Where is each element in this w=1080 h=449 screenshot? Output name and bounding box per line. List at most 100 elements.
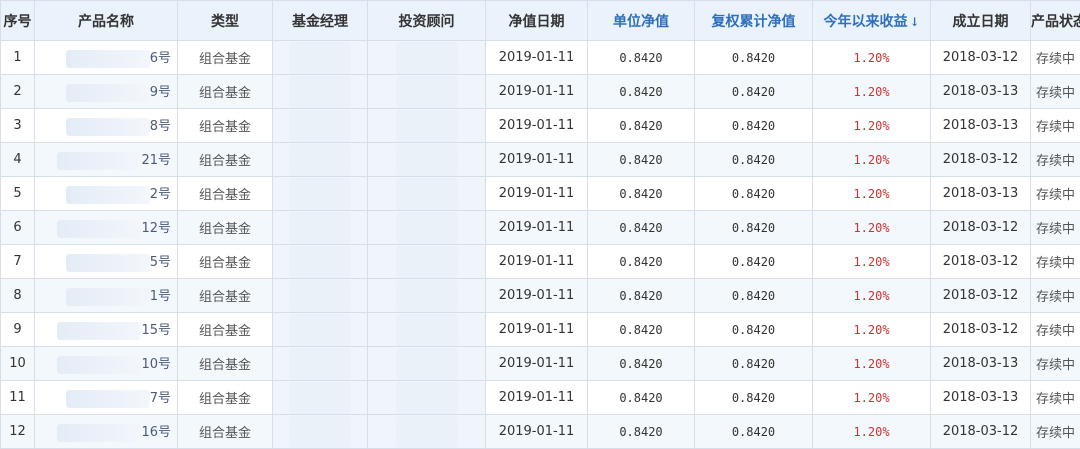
table-row[interactable]: 2 9号 组合基金 2019-01-11 0.8420 0.8420 1.20%… — [1, 75, 1080, 109]
cell-status: 存续中 — [1031, 177, 1080, 211]
table-row[interactable]: 3 8号 组合基金 2019-01-11 0.8420 0.8420 1.20%… — [1, 109, 1080, 143]
cell-product-name[interactable]: 6号 — [35, 41, 178, 75]
product-name-suffix[interactable]: 8号 — [150, 119, 171, 134]
cell-status: 存续中 — [1031, 279, 1080, 313]
cell-product-name[interactable]: 2号 — [35, 177, 178, 211]
cell-product-name[interactable]: 8号 — [35, 109, 178, 143]
cell-product-name[interactable]: 7号 — [35, 381, 178, 415]
cell-product-name[interactable]: 12号 — [35, 211, 178, 245]
cell-ytd-return: 1.20% — [813, 143, 931, 177]
col-header-manager: 基金经理 — [273, 1, 368, 41]
cell-product-name[interactable]: 16号 — [35, 415, 178, 449]
cell-advisor-redacted — [368, 75, 486, 109]
col-header-cum-nav[interactable]: 复权累计净值 — [695, 1, 813, 41]
product-name-suffix[interactable]: 1号 — [150, 289, 171, 304]
table-row[interactable]: 8 1号 组合基金 2019-01-11 0.8420 0.8420 1.20%… — [1, 279, 1080, 313]
product-name-suffix[interactable]: 16号 — [141, 425, 171, 440]
cell-status: 存续中 — [1031, 245, 1080, 279]
table-row[interactable]: 4 21号 组合基金 2019-01-11 0.8420 0.8420 1.20… — [1, 143, 1080, 177]
cell-index: 4 — [1, 143, 35, 177]
cell-advisor-redacted — [368, 41, 486, 75]
cell-advisor-redacted — [368, 415, 486, 449]
cell-product-name[interactable]: 9号 — [35, 75, 178, 109]
cell-index: 6 — [1, 211, 35, 245]
cell-inception-date: 2018-03-13 — [931, 347, 1031, 381]
cell-advisor-redacted — [368, 279, 486, 313]
cell-index: 9 — [1, 313, 35, 347]
cell-type: 组合基金 — [178, 347, 273, 381]
redacted-blur — [396, 416, 458, 448]
redacted-name-blur — [57, 322, 141, 340]
cell-product-name[interactable]: 5号 — [35, 245, 178, 279]
redacted-blur — [289, 416, 351, 448]
cell-type: 组合基金 — [178, 381, 273, 415]
col-header-ytd[interactable]: 今年以来收益↓ — [813, 1, 931, 41]
product-name-suffix[interactable]: 6号 — [150, 51, 171, 66]
col-header-unit-nav[interactable]: 单位净值 — [588, 1, 695, 41]
table-row[interactable]: 7 5号 组合基金 2019-01-11 0.8420 0.8420 1.20%… — [1, 245, 1080, 279]
cell-nav-date: 2019-01-11 — [486, 381, 588, 415]
cell-inception-date: 2018-03-12 — [931, 41, 1031, 75]
cell-cum-nav: 0.8420 — [695, 75, 813, 109]
cell-ytd-return: 1.20% — [813, 313, 931, 347]
redacted-name-blur — [57, 152, 141, 170]
cell-unit-nav: 0.8420 — [588, 381, 695, 415]
cell-index: 1 — [1, 41, 35, 75]
cell-cum-nav: 0.8420 — [695, 279, 813, 313]
product-name-suffix[interactable]: 15号 — [141, 323, 171, 338]
redacted-blur — [289, 42, 351, 74]
cell-unit-nav: 0.8420 — [588, 347, 695, 381]
cell-inception-date: 2018-03-13 — [931, 177, 1031, 211]
cell-cum-nav: 0.8420 — [695, 347, 813, 381]
cell-status: 存续中 — [1031, 347, 1080, 381]
product-name-suffix[interactable]: 12号 — [141, 221, 171, 236]
sort-descending-icon[interactable]: ↓ — [909, 15, 919, 29]
table-row[interactable]: 9 15号 组合基金 2019-01-11 0.8420 0.8420 1.20… — [1, 313, 1080, 347]
cell-inception-date: 2018-03-12 — [931, 279, 1031, 313]
cell-product-name[interactable]: 21号 — [35, 143, 178, 177]
cell-nav-date: 2019-01-11 — [486, 211, 588, 245]
cell-cum-nav: 0.8420 — [695, 211, 813, 245]
redacted-name-blur — [66, 288, 150, 306]
cell-status: 存续中 — [1031, 313, 1080, 347]
col-header-advisor: 投资顾问 — [368, 1, 486, 41]
table-header: 序号 产品名称 类型 基金经理 投资顾问 净值日期 单位净值 复权累计净值 今年… — [1, 1, 1080, 41]
table-row[interactable]: 10 10号 组合基金 2019-01-11 0.8420 0.8420 1.2… — [1, 347, 1080, 381]
cell-advisor-redacted — [368, 381, 486, 415]
cell-manager-redacted — [273, 381, 368, 415]
product-name-suffix[interactable]: 9号 — [150, 85, 171, 100]
table-row[interactable]: 6 12号 组合基金 2019-01-11 0.8420 0.8420 1.20… — [1, 211, 1080, 245]
table-row[interactable]: 12 16号 组合基金 2019-01-11 0.8420 0.8420 1.2… — [1, 415, 1080, 449]
cell-manager-redacted — [273, 347, 368, 381]
col-header-name[interactable]: 产品名称 — [35, 1, 178, 41]
col-header-inception[interactable]: 成立日期 — [931, 1, 1031, 41]
cell-product-name[interactable]: 15号 — [35, 313, 178, 347]
cell-inception-date: 2018-03-12 — [931, 313, 1031, 347]
redacted-blur — [396, 42, 458, 74]
cell-nav-date: 2019-01-11 — [486, 279, 588, 313]
cell-advisor-redacted — [368, 143, 486, 177]
table-row[interactable]: 1 6号 组合基金 2019-01-11 0.8420 0.8420 1.20%… — [1, 41, 1080, 75]
product-name-suffix[interactable]: 5号 — [150, 255, 171, 270]
cell-product-name[interactable]: 10号 — [35, 347, 178, 381]
table-row[interactable]: 11 7号 组合基金 2019-01-11 0.8420 0.8420 1.20… — [1, 381, 1080, 415]
col-header-type: 类型 — [178, 1, 273, 41]
product-name-suffix[interactable]: 7号 — [150, 391, 171, 406]
product-name-suffix[interactable]: 10号 — [141, 357, 171, 372]
cell-status: 存续中 — [1031, 381, 1080, 415]
table-row[interactable]: 5 2号 组合基金 2019-01-11 0.8420 0.8420 1.20%… — [1, 177, 1080, 211]
cell-ytd-return: 1.20% — [813, 109, 931, 143]
cell-nav-date: 2019-01-11 — [486, 415, 588, 449]
cell-cum-nav: 0.8420 — [695, 41, 813, 75]
product-name-suffix[interactable]: 2号 — [150, 187, 171, 202]
redacted-blur — [289, 314, 351, 346]
cell-nav-date: 2019-01-11 — [486, 41, 588, 75]
redacted-name-blur — [66, 186, 150, 204]
fund-table: 序号 产品名称 类型 基金经理 投资顾问 净值日期 单位净值 复权累计净值 今年… — [0, 0, 1080, 449]
redacted-blur — [289, 76, 351, 108]
cell-unit-nav: 0.8420 — [588, 109, 695, 143]
cell-product-name[interactable]: 1号 — [35, 279, 178, 313]
product-name-suffix[interactable]: 21号 — [141, 153, 171, 168]
cell-index: 12 — [1, 415, 35, 449]
redacted-blur — [289, 212, 351, 244]
